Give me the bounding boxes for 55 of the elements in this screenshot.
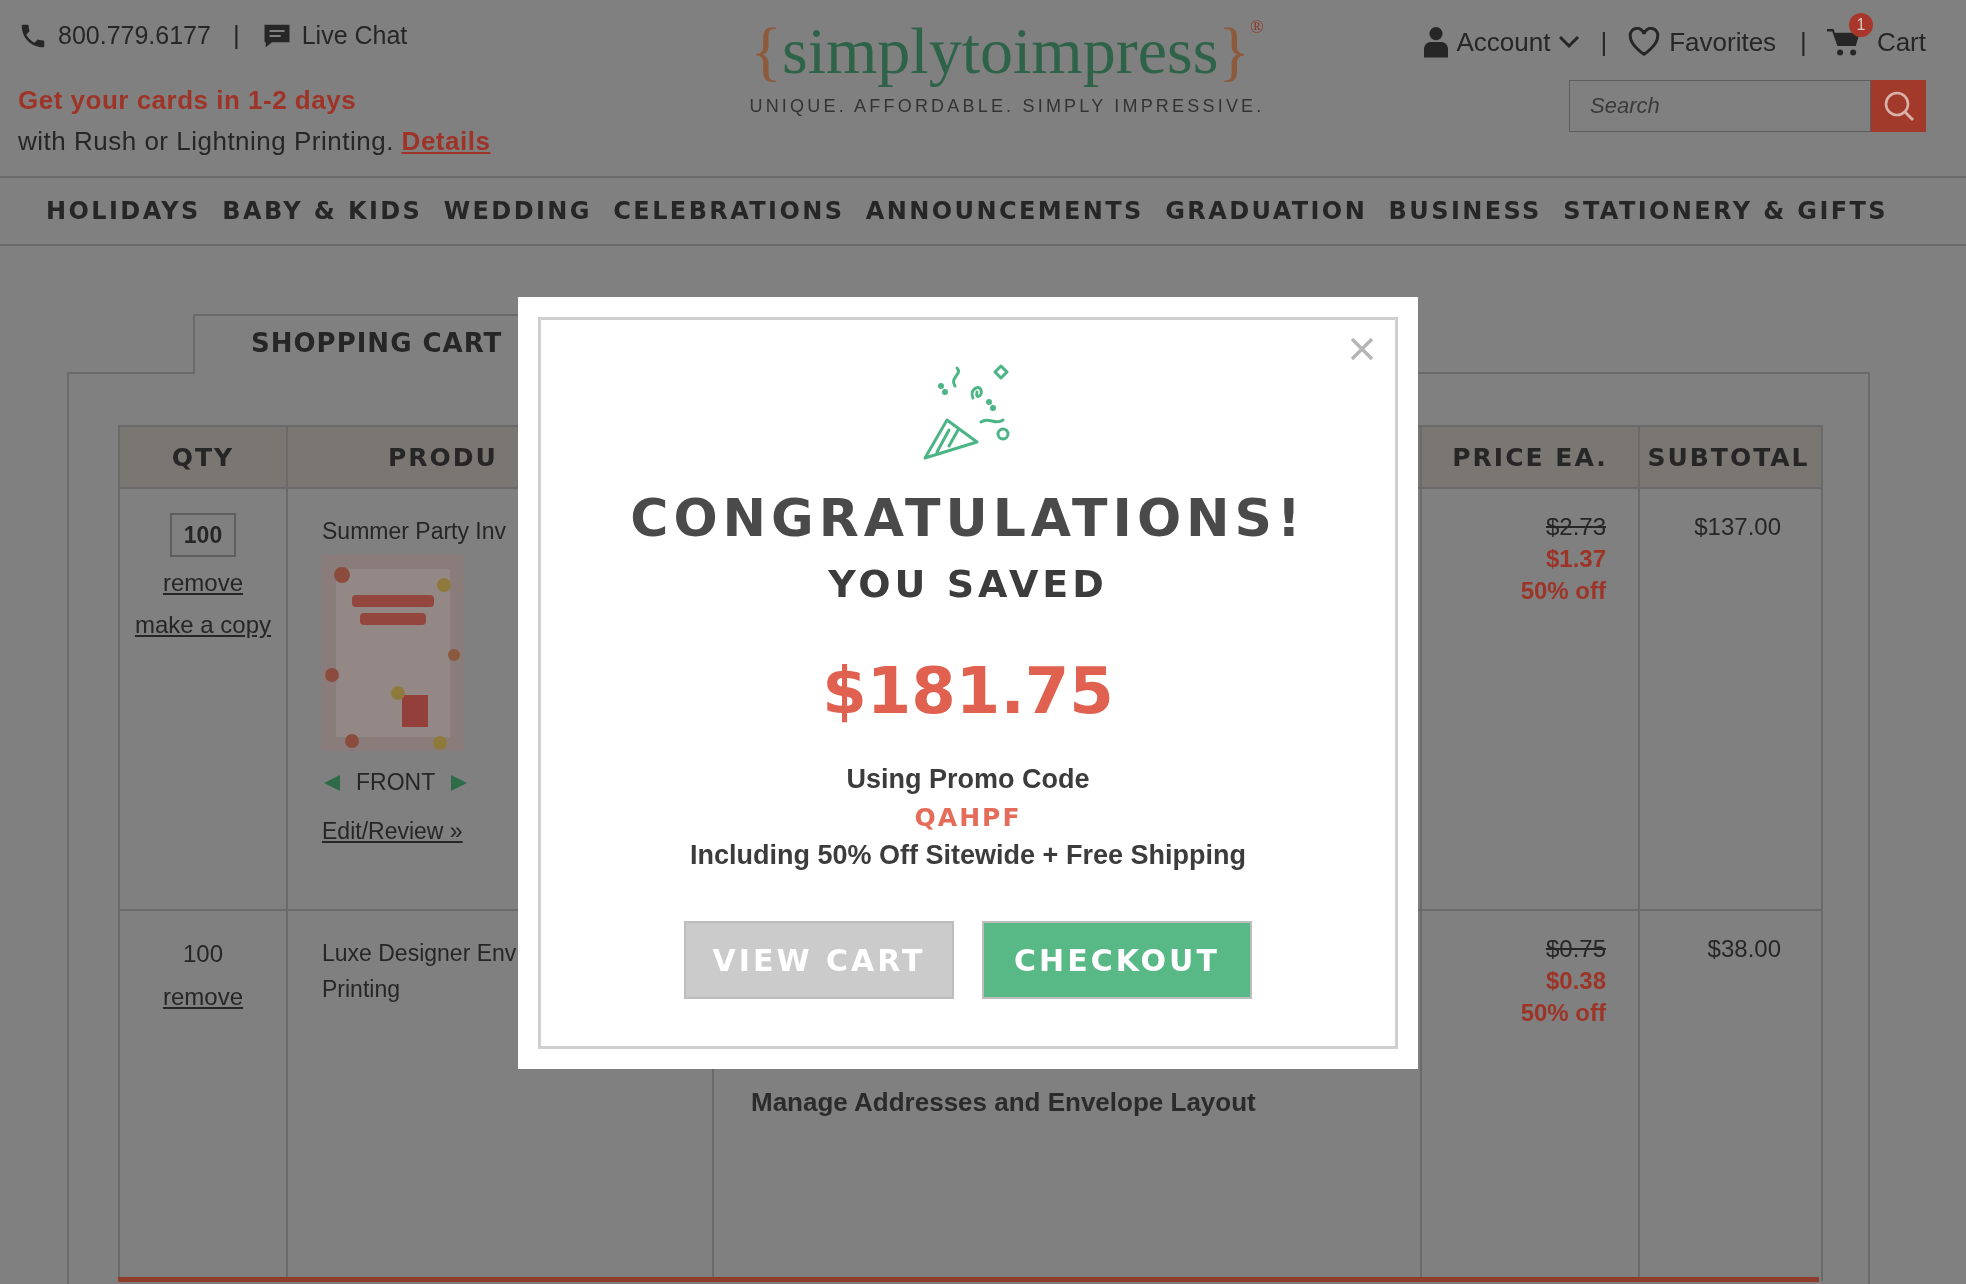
separator: | [1600,26,1608,58]
savings-amount: $181.75 [822,654,1114,728]
tagline: UNIQUE. AFFORDABLE. SIMPLY IMPRESSIVE. [749,96,1265,117]
manage-addresses-text: Manage Addresses and Envelope Layout [751,1087,1256,1117]
phone-number[interactable]: 800.779.6177 [58,21,211,50]
sale-price: $0.38 [1545,967,1606,995]
cart-action-link[interactable]: make a copy [134,607,272,643]
user-icon [1424,26,1449,58]
column-header: QTY [170,441,236,474]
cart-link[interactable]: Cart [1876,26,1926,58]
search-button[interactable] [1871,80,1926,132]
favorites-link[interactable]: Favorites [1669,26,1777,58]
column-header: SUBTOTAL [1638,427,1817,487]
quantity: 100 [182,939,223,969]
sale-price: $1.37 [1545,545,1606,573]
nav-link[interactable]: STATIONERY & GIFTS [1563,197,1888,225]
discount-label: 50% off [1520,577,1606,605]
rush-headline: Get your cards in 1-2 days [18,85,358,116]
previous-arrow-icon[interactable] [322,772,342,793]
original-price: $0.75 [1545,935,1606,963]
product-name: Printing [322,975,401,1004]
checkout-button[interactable]: CHECKOUT [982,921,1252,999]
account-link[interactable]: Account [1456,26,1551,58]
nav-link[interactable]: BABY & KIDS [222,197,423,225]
rush-text: with Rush or Lightning Printing. [18,126,394,156]
subtotal: $137.00 [1694,513,1781,540]
nav-link[interactable]: HOLIDAYS [46,197,201,225]
discount-label: 50% off [1520,999,1606,1027]
nav-link[interactable]: BUSINESS [1388,197,1542,225]
nav-link[interactable]: CELEBRATIONS [613,197,845,225]
cart-action-link[interactable]: remove [163,979,243,1015]
column-header: PRICE EA. [1420,427,1638,487]
search-field[interactable]: Search [1569,80,1871,132]
separator: | [232,20,240,51]
chevron-down-icon[interactable] [1558,35,1581,49]
separator: | [1800,26,1807,58]
live-chat-link[interactable]: Live Chat [301,21,408,50]
close-icon[interactable] [1349,336,1375,362]
promo-label: Using Promo Code [846,764,1090,795]
promo-note: Including 50% Off Sitewide + Free Shipping [690,840,1246,871]
cart-count-badge: 1 [1848,13,1873,37]
dialog-title: CONGRATULATIONS! [630,488,1306,548]
nav-link[interactable]: WEDDING [443,197,592,225]
nav-link[interactable]: GRADUATION [1165,197,1368,225]
heart-icon [1627,27,1662,57]
promo-code: QAHPF [914,803,1022,832]
original-price: $2.73 [1545,513,1606,541]
subtotal: $38.00 [1707,935,1781,962]
dialog-subtitle: YOU SAVED [828,562,1108,606]
view-label: FRONT [356,769,436,796]
product-name: Luxe Designer Env [322,939,518,968]
cart-action-link[interactable]: remove [163,565,243,601]
quantity-field[interactable]: 100 [170,513,236,557]
nav-link[interactable]: ANNOUNCEMENTS [865,197,1144,225]
edit-review-link[interactable]: Edit/Review » [322,818,463,845]
